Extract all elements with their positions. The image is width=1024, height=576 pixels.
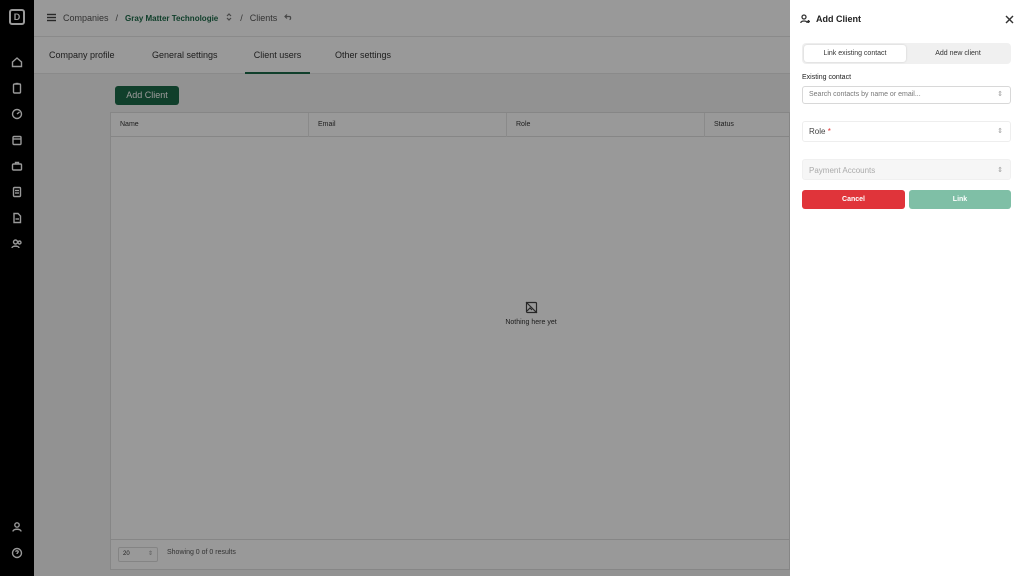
required-mark: * [827,127,831,136]
chevron-updown-icon: ⇕ [997,91,1003,98]
contact-search-placeholder: Search contacts by name or email... [809,91,921,98]
contact-search-select[interactable]: Search contacts by name or email... ⇕ [802,86,1011,104]
chevron-updown-icon: ⇕ [997,167,1003,174]
payment-accounts-select[interactable]: Payment Accounts ⇕ [802,159,1011,180]
drawer-title: Add Client [816,14,861,24]
role-select[interactable]: Role * ⇕ [802,121,1011,142]
existing-contact-label: Existing contact [802,74,852,81]
add-client-drawer: Add Client Link existing contact Add new… [790,0,1024,576]
mode-segmented-control: Link existing contact Add new client [802,43,1011,64]
link-button[interactable]: Link [909,190,1011,209]
payment-accounts-placeholder: Payment Accounts [809,166,876,175]
chevron-updown-icon: ⇕ [997,128,1003,135]
modal-backdrop[interactable] [0,0,790,576]
segment-add-new[interactable]: Add new client [907,45,1009,62]
close-icon[interactable] [1005,15,1014,24]
segment-link-existing[interactable]: Link existing contact [804,45,906,62]
drawer-header: Add Client [800,14,861,24]
cancel-button[interactable]: Cancel [802,190,905,209]
role-label: Role [809,127,826,136]
user-plus-icon [800,14,810,24]
